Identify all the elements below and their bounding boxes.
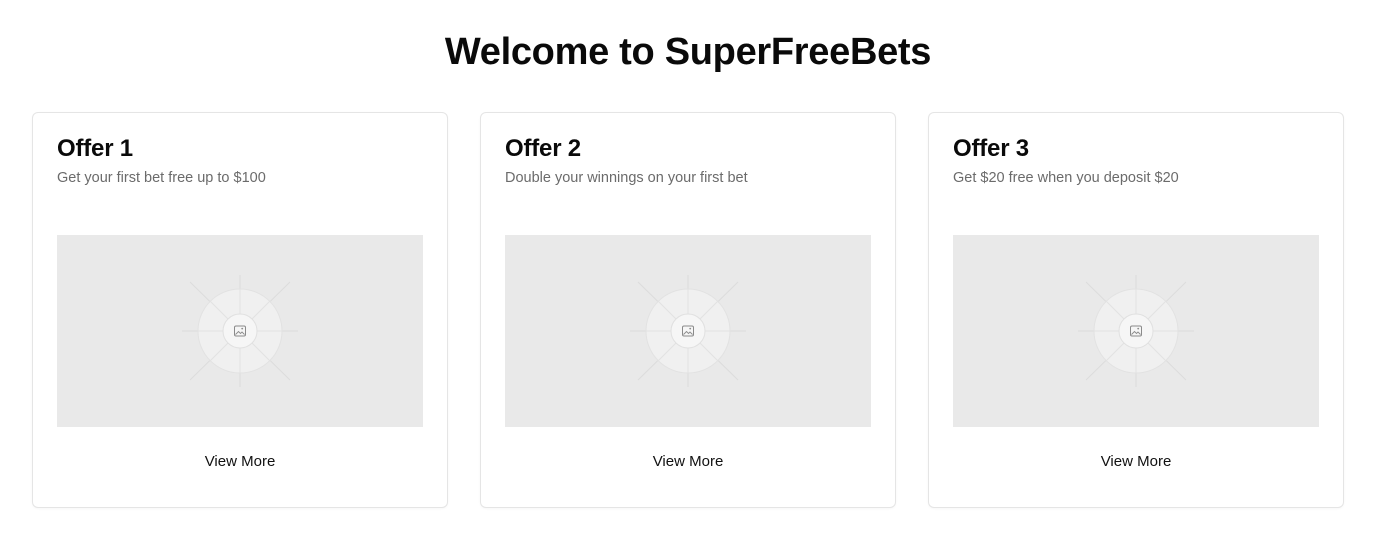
- image-placeholder-icon: [182, 275, 298, 387]
- offer-image: [953, 235, 1319, 427]
- page: Welcome to SuperFreeBets Offer 1 Get you…: [0, 0, 1376, 540]
- offer-image: [57, 235, 423, 427]
- view-more-button[interactable]: View More: [57, 447, 423, 477]
- offer-description: Get your first bet free up to $100: [57, 170, 266, 186]
- offer-title: Offer 1: [57, 135, 133, 162]
- offer-title: Offer 2: [505, 135, 581, 162]
- offer-card: Offer 2 Double your winnings on your fir…: [480, 112, 896, 508]
- image-placeholder-icon: [630, 275, 746, 387]
- view-more-button[interactable]: View More: [505, 447, 871, 477]
- offer-description: Get $20 free when you deposit $20: [953, 170, 1179, 186]
- offer-description: Double your winnings on your first bet: [505, 170, 748, 186]
- offer-card: Offer 3 Get $20 free when you deposit $2…: [928, 112, 1344, 508]
- page-title: Welcome to SuperFreeBets: [444, 31, 932, 73]
- image-placeholder-icon: [1078, 275, 1194, 387]
- offer-cards: Offer 1 Get your first bet free up to $1…: [32, 112, 1344, 508]
- offer-card: Offer 1 Get your first bet free up to $1…: [32, 112, 448, 508]
- view-more-button[interactable]: View More: [953, 447, 1319, 477]
- offer-image: [505, 235, 871, 427]
- offer-title: Offer 3: [953, 135, 1029, 162]
